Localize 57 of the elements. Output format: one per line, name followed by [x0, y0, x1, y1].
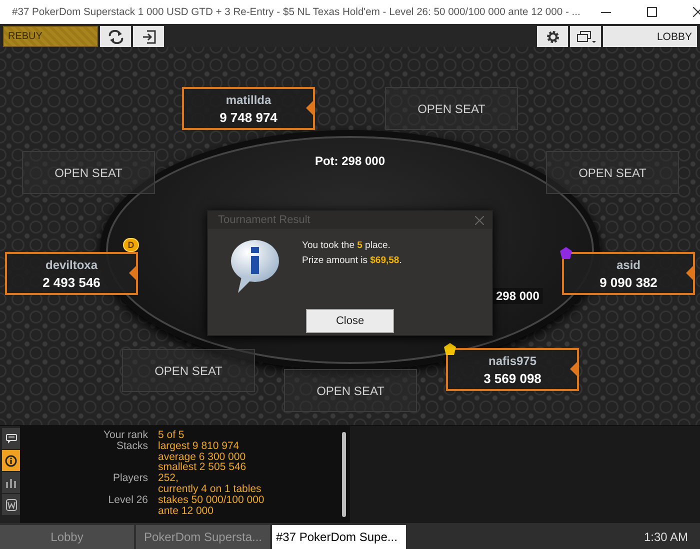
stat-value: 5 of 5: [158, 430, 186, 441]
stat-value: largest 9 810 974: [158, 440, 240, 452]
taskbar-tab[interactable]: #37 PokerDom Supe...: [272, 525, 406, 549]
scrollbar-thumb[interactable]: [342, 432, 346, 517]
open-seat[interactable]: OPEN SEAT: [122, 349, 255, 392]
stat-value: smallest 2 505 546: [158, 462, 248, 474]
close-icon: [693, 7, 700, 17]
side-tab[interactable]: [2, 472, 20, 493]
open-seat[interactable]: OPEN SEAT: [22, 151, 155, 194]
stat-value: average 6 300 000: [158, 452, 247, 462]
notes-icon: [6, 498, 16, 510]
settings-icon: [546, 30, 560, 44]
window-layout-button[interactable]: [570, 26, 601, 47]
rebuy-button[interactable]: REBUY: [3, 26, 98, 47]
player-stack: 2 493 546: [42, 274, 100, 290]
player-name: asid: [616, 258, 640, 272]
maximize-icon: [647, 7, 658, 17]
bar-chart-icon: [5, 478, 17, 488]
chat-icon: [6, 434, 16, 444]
stat-value: stakes 50 000/100 000: [158, 494, 266, 506]
open-seat[interactable]: OPEN SEAT: [385, 87, 518, 130]
open-seat[interactable]: OPEN SEAT: [284, 369, 417, 412]
result-message: Prize amount is $69,58.: [302, 255, 402, 266]
bet-amount: 298 000: [492, 288, 544, 304]
refresh-icon: [108, 30, 124, 44]
settings-button[interactable]: [537, 26, 568, 47]
close-icon: [475, 216, 484, 224]
player-name: nafis975: [488, 354, 537, 368]
player-stack: 3 569 098: [484, 370, 542, 386]
stat-value: currently 4 on 1 tables: [158, 484, 262, 495]
side-tab[interactable]: [2, 450, 20, 471]
stat-label: Level 26: [107, 494, 148, 508]
side-tab[interactable]: [2, 494, 20, 515]
player-stack: 9 748 974: [220, 110, 278, 124]
refresh-button[interactable]: [100, 26, 131, 47]
side-tab[interactable]: [2, 428, 20, 449]
stat-label: Players: [112, 473, 148, 486]
windows-icon: [576, 30, 596, 44]
close-dialog-button[interactable]: Close: [306, 309, 394, 333]
player-name: matillda: [226, 92, 272, 106]
stat-value: 252,: [158, 473, 178, 484]
window-title: #37 PokerDom Superstack 1 000 USD GTD + 3 Re-Entry - $5 NL Texas Hold'em - Level 26: 50 000/100 000 ante 12 000 - ...: [12, 6, 580, 18]
info-bubble-icon: [230, 239, 280, 295]
player-stack: 9 090 382: [600, 274, 658, 290]
clock: 1:30 AM: [644, 530, 689, 544]
stat-label: Stacks: [115, 440, 148, 454]
open-seat[interactable]: OPEN SEAT: [546, 151, 679, 194]
leave-table-button[interactable]: [133, 26, 164, 47]
exit-icon: [142, 30, 156, 44]
player-name: deviltoxa: [45, 258, 98, 272]
info-icon: [5, 454, 17, 466]
lobby-button[interactable]: LOBBY: [603, 26, 697, 47]
dialog-close-button[interactable]: [475, 216, 484, 224]
stat-value: ante 12 000: [158, 506, 214, 516]
stat-label: Your rank: [102, 430, 148, 441]
result-message: You took the 5 place.: [302, 240, 392, 251]
pot-amount: Pot: 298 000: [314, 154, 386, 168]
